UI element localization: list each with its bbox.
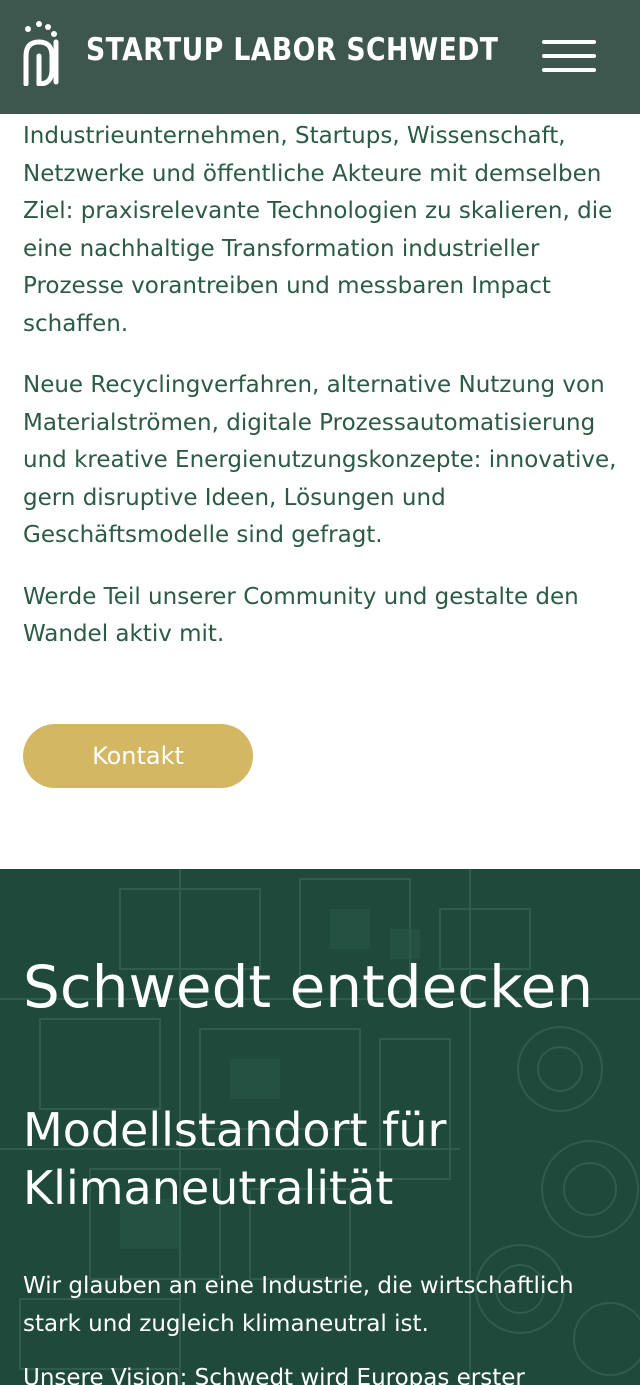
discover-section: Schwedt entdecken Modellstandort für Kli… [0,869,640,1385]
startup-labor-logo-icon[interactable] [22,20,60,86]
intro-paragraph: Neue Recyclingverfahren, alternative Nut… [23,372,617,548]
contact-button[interactable]: Kontakt [23,724,253,788]
discover-paragraph: Unsere Vision: Schwedt wird Europas erst… [23,1365,525,1385]
discover-body: Wir glauben an eine Industrie, die wirts… [23,1267,623,1385]
site-brand-name[interactable]: STARTUP LABOR SCHWEDT [86,32,498,68]
menu-bar [542,54,596,58]
intro-paragraph: Werde Teil unserer Community und gestalt… [23,583,579,648]
discover-title: Schwedt entdecken [23,953,594,1021]
discover-subtitle: Modellstandort für Klimaneutralität [23,1103,447,1215]
hamburger-menu-icon[interactable] [542,40,596,74]
menu-bar [542,40,596,44]
menu-bar [542,68,596,72]
discover-paragraph: Wir glauben an eine Industrie, die wirts… [23,1273,574,1337]
site-header: STARTUP LABOR SCHWEDT [0,0,640,114]
intro-paragraph: Industrieunternehmen, Startups, Wissensc… [23,123,613,337]
page: STARTUP LABOR SCHWEDT Industrieunternehm… [0,0,640,1385]
intro-section: Industrieunternehmen, Startups, Wissensc… [23,118,623,678]
